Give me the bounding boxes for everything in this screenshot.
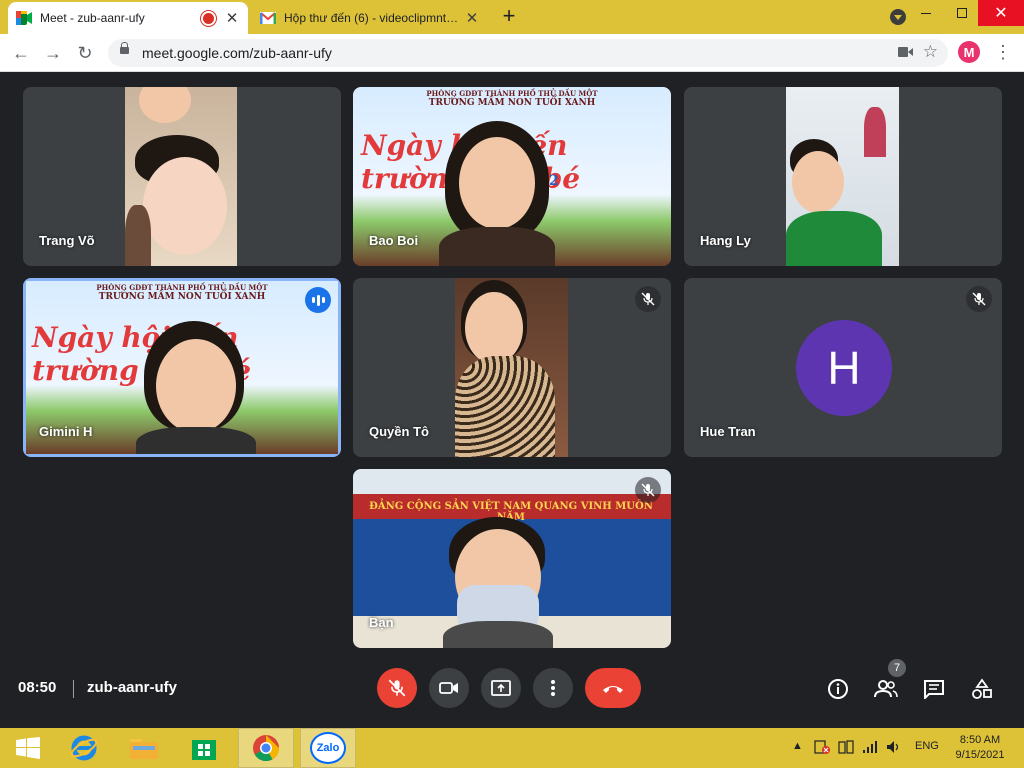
- activities-button[interactable]: [969, 676, 995, 702]
- show-hidden-icons-icon[interactable]: ▲: [792, 740, 803, 752]
- mic-off-icon: [635, 286, 661, 312]
- restore-icon: [957, 8, 967, 18]
- close-window-button[interactable]: ✕: [978, 0, 1024, 26]
- participant-tile-gimini-h[interactable]: PHÒNG GDĐT THÀNH PHỐ THỦ DẦU MỘT TRƯỜNG …: [23, 278, 341, 457]
- participant-tile-quyen-to[interactable]: Quyền Tô: [353, 278, 671, 457]
- zalo-button[interactable]: Zalo: [300, 728, 356, 768]
- language-indicator[interactable]: ENG: [915, 740, 939, 752]
- present-screen-button[interactable]: [481, 668, 521, 708]
- video-feed: ĐẢNG CỘNG SẢN VIỆT NAM QUANG VINH MUÔN N…: [353, 469, 671, 648]
- participant-name: Bao Boi: [369, 233, 419, 248]
- people-icon: [874, 680, 898, 698]
- restore-button[interactable]: [942, 0, 982, 26]
- participant-name: Gimini H: [39, 424, 93, 439]
- chrome-icon: [253, 735, 280, 762]
- minimize-button[interactable]: [906, 0, 946, 26]
- zalo-icon: Zalo: [310, 732, 346, 764]
- clock-time: 8:50 AM: [959, 734, 1001, 746]
- video-feed: [125, 87, 237, 266]
- windows-logo-icon: [16, 737, 40, 759]
- browser-toolbar: ← → ↻ meet.google.com/zub-aanr-ufy ☆ M ⋮: [0, 34, 1024, 72]
- mic-off-icon: [388, 679, 406, 697]
- lock-icon: [120, 42, 129, 54]
- meeting-code: zub-aanr-ufy: [87, 679, 177, 696]
- chrome-menu-icon[interactable]: ⋮: [994, 42, 1012, 64]
- more-vertical-icon: [551, 680, 555, 696]
- leave-call-button[interactable]: [585, 668, 641, 708]
- back-icon[interactable]: ←: [10, 42, 32, 64]
- windows-taskbar: Zalo ▲ ENG 8:50 AM 9/15/2021: [0, 728, 1024, 768]
- participant-name: Hue Tran: [700, 424, 756, 439]
- hang-up-icon: [603, 686, 623, 693]
- tab-title: Hộp thư đến (6) - videoclipmntuoixanh@: [284, 11, 464, 25]
- gmail-icon: [260, 10, 276, 26]
- bookmark-star-icon[interactable]: ☆: [923, 42, 938, 62]
- internet-explorer-button[interactable]: [56, 728, 112, 768]
- meeting-clock: 08:50: [18, 679, 57, 696]
- participant-tile-trang-vo[interactable]: Trang Võ: [23, 87, 341, 266]
- participant-name: Quyền Tô: [369, 424, 429, 439]
- chrome-button[interactable]: [238, 728, 294, 768]
- participant-tile-self[interactable]: ĐẢNG CỘNG SẢN VIỆT NAM QUANG VINH MUÔN N…: [353, 469, 671, 648]
- participant-name: Trang Võ: [39, 233, 95, 248]
- store-icon: [192, 740, 216, 760]
- google-meet-icon: [16, 10, 32, 26]
- volume-icon[interactable]: [886, 740, 902, 757]
- minimize-icon: [921, 12, 931, 14]
- signal-strength-icon[interactable]: [862, 740, 878, 757]
- address-bar[interactable]: meet.google.com/zub-aanr-ufy ☆: [108, 39, 948, 67]
- close-tab-icon[interactable]: ✕: [224, 9, 240, 27]
- video-feed: [455, 278, 568, 457]
- close-tab-icon[interactable]: ✕: [464, 9, 480, 27]
- chat-button[interactable]: [921, 676, 947, 702]
- video-feed: [786, 87, 899, 266]
- forward-icon[interactable]: →: [42, 42, 64, 64]
- participants-button[interactable]: [873, 676, 899, 702]
- more-options-button[interactable]: [533, 668, 573, 708]
- participant-name: Hang Ly: [700, 233, 751, 248]
- internet-explorer-icon: [70, 735, 98, 761]
- tab-search-icon[interactable]: [890, 9, 906, 25]
- mic-off-icon: [635, 477, 661, 503]
- clock-date: 9/15/2021: [955, 749, 1005, 761]
- participant-tile-hang-ly[interactable]: Hang Ly: [684, 87, 1002, 266]
- activities-icon: [972, 678, 992, 699]
- speaking-indicator-icon: [305, 287, 331, 313]
- participant-tile-bao-boi[interactable]: PHÒNG GDĐT THÀNH PHỐ THỦ DẦU MỘT TRƯỜNG …: [353, 87, 671, 266]
- toggle-camera-button[interactable]: [429, 668, 469, 708]
- recording-indicator-icon: [203, 12, 214, 24]
- system-clock[interactable]: 8:50 AM 9/15/2021: [950, 733, 1010, 763]
- toggle-microphone-button[interactable]: [377, 668, 417, 708]
- meeting-details-button[interactable]: [825, 676, 851, 702]
- mic-off-icon: [966, 286, 992, 312]
- file-explorer-button[interactable]: [116, 728, 172, 768]
- divider: [73, 680, 74, 698]
- tab-meet[interactable]: Meet - zub-aanr-ufy ✕: [8, 2, 248, 34]
- camera-in-use-icon[interactable]: [898, 47, 913, 57]
- tab-title: Meet - zub-aanr-ufy: [40, 11, 145, 25]
- tab-gmail[interactable]: Hộp thư đến (6) - videoclipmntuoixanh@ ✕: [252, 2, 488, 34]
- network-error-icon[interactable]: [814, 740, 830, 757]
- reload-icon[interactable]: ↻: [74, 42, 96, 64]
- participant-name: Bạn: [369, 615, 394, 630]
- camera-icon: [439, 682, 458, 694]
- participant-tile-hue-tran[interactable]: H Hue Tran: [684, 278, 1002, 457]
- participant-count-badge: 7: [888, 659, 906, 677]
- info-icon: [828, 679, 848, 699]
- present-screen-icon: [491, 680, 511, 696]
- url-text: meet.google.com/zub-aanr-ufy: [142, 45, 332, 61]
- profile-avatar[interactable]: M: [958, 41, 980, 63]
- start-button[interactable]: [0, 728, 56, 768]
- store-button[interactable]: [176, 728, 232, 768]
- participant-avatar: H: [796, 320, 892, 416]
- browser-tab-strip: Meet - zub-aanr-ufy ✕ Hộp thư đến (6) - …: [0, 0, 1024, 34]
- new-tab-button[interactable]: +: [498, 5, 520, 28]
- chat-icon: [924, 680, 944, 699]
- device-icon[interactable]: [838, 740, 854, 757]
- folder-icon: [130, 739, 158, 759]
